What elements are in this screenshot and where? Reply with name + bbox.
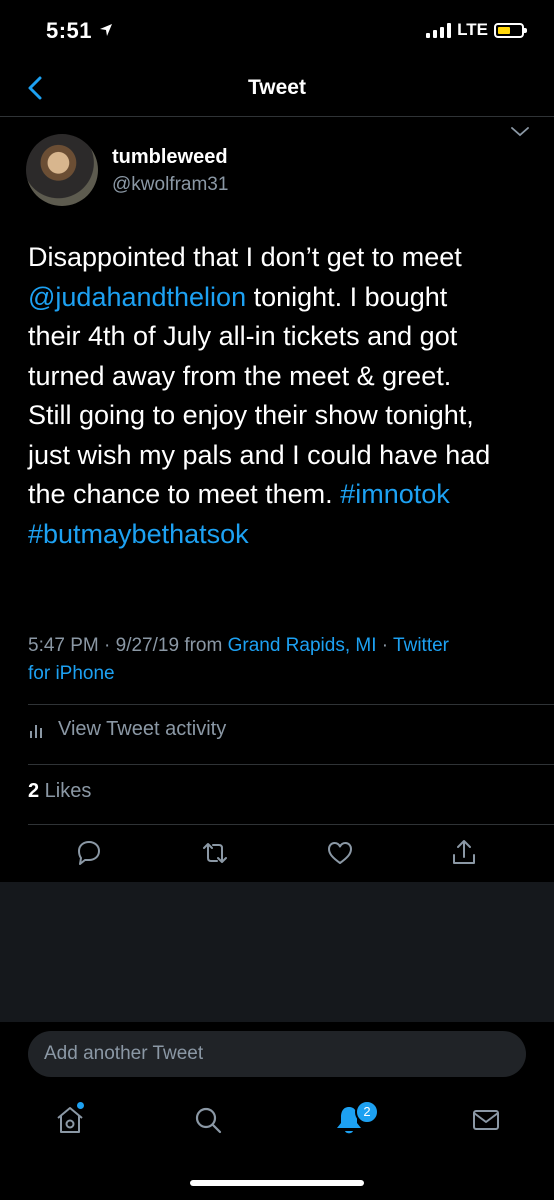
likes-number: 2 (28, 780, 40, 802)
hashtag-link[interactable]: #butmaybethatsok (28, 519, 249, 549)
tweet-meta: 5:47 PM · 9/27/19 from Grand Rapids, MI … (28, 632, 528, 688)
signal-icon (426, 22, 452, 38)
search-icon[interactable] (190, 1102, 226, 1138)
bar-chart-icon (30, 724, 42, 738)
divider (28, 764, 554, 765)
header-divider (0, 116, 554, 117)
separator: · (376, 635, 394, 656)
battery-icon (494, 22, 527, 38)
mention-link[interactable]: @judahandthelion (28, 282, 246, 312)
likes-label: Likes (39, 780, 92, 802)
home-unread-dot (77, 1102, 84, 1109)
source-link[interactable]: Twitter (393, 635, 449, 656)
tweet-text: Disappointed that I don’t get to meet @j… (28, 238, 534, 554)
share-icon[interactable] (447, 836, 481, 870)
replies-area (0, 882, 554, 1022)
divider (28, 704, 554, 705)
divider (28, 824, 554, 825)
activity-label: View Tweet activity (58, 718, 227, 740)
status-indicators: LTE (426, 20, 527, 40)
like-icon[interactable] (323, 836, 357, 870)
tweet-line: Still going to enjoy their show tonight, (28, 400, 474, 430)
author-name[interactable]: tumbleweed (112, 146, 228, 169)
location-link[interactable]: Grand Rapids, MI (228, 635, 377, 656)
tweet-line: just wish my pals and I could have had (28, 439, 491, 470)
page-title: Tweet (248, 76, 306, 99)
add-tweet-input[interactable]: Add another Tweet (28, 1031, 526, 1077)
hashtag-link[interactable]: #imnotok (340, 479, 450, 509)
notifications-badge: 2 (355, 1100, 379, 1124)
home-indicator[interactable] (190, 1180, 364, 1186)
avatar[interactable] (26, 134, 98, 206)
location-arrow-icon (99, 24, 112, 36)
tweet-line: the chance to meet them. (28, 479, 341, 509)
retweet-icon[interactable] (198, 836, 232, 870)
view-activity-button[interactable]: View Tweet activity (28, 718, 226, 741)
tweet-line: turned away from the meet & greet. (28, 360, 452, 391)
tweet-line: tonight. I bought (246, 281, 448, 312)
reply-icon[interactable] (72, 836, 106, 870)
network-label: LTE (457, 20, 488, 39)
status-time: 5:51 (46, 18, 113, 44)
tweet-timestamp: 5:47 PM · 9/27/19 from (28, 635, 228, 656)
source-link[interactable]: for iPhone (28, 663, 115, 684)
messages-icon[interactable] (468, 1102, 504, 1138)
likes-count[interactable]: 2 Likes (28, 780, 91, 803)
chevron-down-icon[interactable] (508, 124, 532, 140)
tweet-line: their 4th of July all-in tickets and got (28, 321, 458, 351)
author-handle[interactable]: @kwolfram31 (112, 174, 228, 196)
tweet-line: Disappointed that I don’t get to meet (28, 242, 462, 272)
